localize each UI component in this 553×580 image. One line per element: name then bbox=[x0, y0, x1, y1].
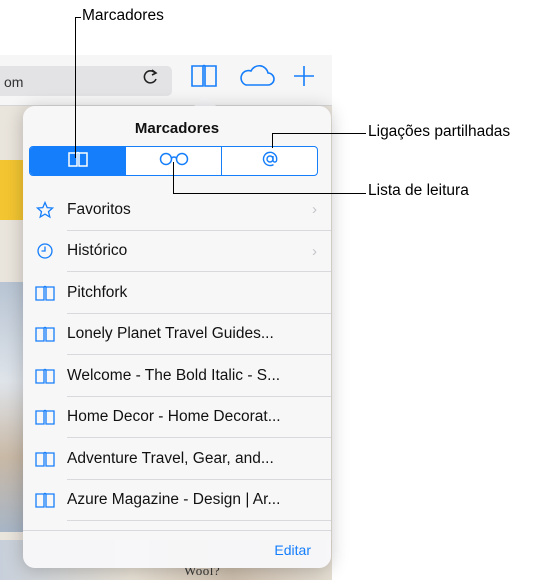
list-item-label: Histórico bbox=[67, 242, 128, 260]
bookmark-row[interactable]: Azure Magazine - Design | Ar... bbox=[23, 480, 331, 522]
list-item-label: Azure Magazine - Design | Ar... bbox=[67, 491, 281, 509]
plus-icon[interactable] bbox=[292, 64, 316, 93]
bookmark-row[interactable]: Lonely Planet Travel Guides... bbox=[23, 314, 331, 356]
page-image-fragment bbox=[0, 282, 24, 532]
book-icon bbox=[23, 285, 67, 301]
list-item-label: Pitchfork bbox=[67, 283, 128, 301]
callout-shared-links: Ligações partilhadas bbox=[368, 123, 511, 140]
book-icon bbox=[23, 451, 67, 467]
tab-shared-links[interactable] bbox=[221, 147, 317, 175]
callout-reading-list: Lista de leitura bbox=[368, 182, 469, 199]
book-icon bbox=[23, 409, 67, 425]
chevron-right-icon: › bbox=[312, 201, 317, 218]
icloud-icon[interactable] bbox=[238, 63, 276, 94]
book-icon bbox=[23, 326, 67, 342]
address-bar-text: om bbox=[4, 74, 24, 90]
reload-icon[interactable] bbox=[143, 68, 159, 91]
callout-line bbox=[173, 193, 366, 194]
callout-line bbox=[272, 133, 273, 148]
list-item-label: Favoritos bbox=[67, 200, 131, 218]
callout-line bbox=[173, 162, 174, 193]
list-item-label: Adventure Travel, Gear, and... bbox=[67, 449, 274, 467]
star-icon bbox=[23, 200, 67, 219]
list-item-label: Lonely Planet Travel Guides... bbox=[67, 325, 274, 343]
chevron-right-icon: › bbox=[312, 242, 317, 260]
bookmark-row[interactable]: Adventure Travel, Gear, and... bbox=[23, 438, 331, 480]
list-item-favorites[interactable]: Favoritos › bbox=[23, 189, 331, 231]
page-image-fragment bbox=[0, 160, 24, 220]
bookmark-list: Favoritos › Histórico › Pitchfork Lonely… bbox=[23, 189, 331, 521]
callout-bookmarks: Marcadores bbox=[82, 7, 164, 24]
edit-button[interactable]: Editar bbox=[274, 542, 311, 558]
bookmark-row[interactable]: Pitchfork bbox=[23, 272, 331, 314]
bookmark-row[interactable]: Welcome - The Bold Italic - S... bbox=[23, 355, 331, 397]
callout-line bbox=[75, 17, 76, 158]
divider bbox=[23, 530, 331, 531]
bookmarks-popover: Marcadores Favoritos › Histórico › Pitch… bbox=[23, 106, 331, 568]
list-item-history[interactable]: Histórico › bbox=[23, 231, 331, 273]
clock-icon bbox=[23, 242, 67, 260]
tab-bookmarks[interactable] bbox=[30, 147, 125, 175]
bookmark-row[interactable]: Home Decor - Home Decorat... bbox=[23, 397, 331, 439]
at-icon bbox=[262, 151, 278, 172]
list-item-label: Welcome - The Bold Italic - S... bbox=[67, 366, 281, 384]
book-icon bbox=[23, 368, 67, 384]
callout-line bbox=[272, 133, 366, 134]
list-item-label: Home Decor - Home Decorat... bbox=[67, 408, 281, 426]
book-icon bbox=[67, 151, 88, 172]
bookmarks-icon[interactable] bbox=[190, 63, 218, 94]
popover-title: Marcadores bbox=[134, 120, 220, 137]
book-icon bbox=[23, 492, 67, 508]
